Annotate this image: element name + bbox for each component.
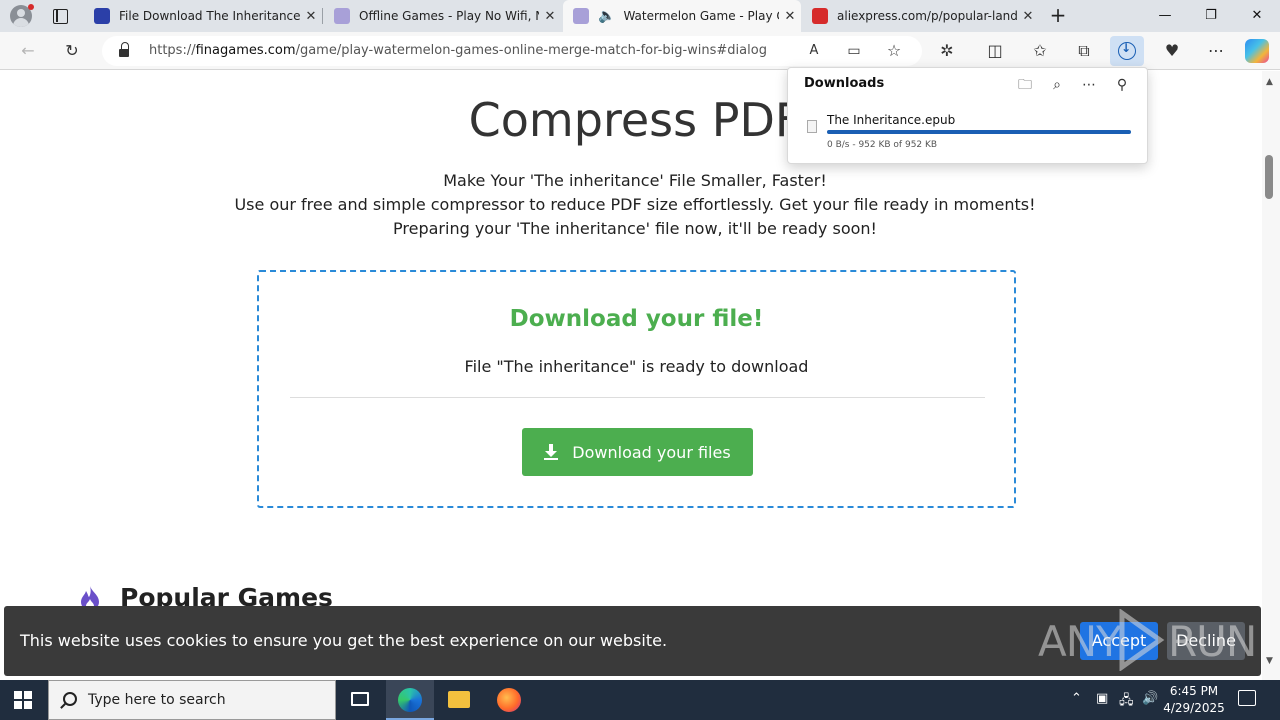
new-tab-button[interactable]: +	[1047, 4, 1069, 26]
back-arrow-icon[interactable]: ←	[15, 38, 41, 64]
download-arrow-icon	[544, 444, 559, 460]
pin-icon[interactable]: ⚲	[1111, 74, 1133, 96]
more-menu-icon[interactable]: ⋯	[1203, 38, 1229, 64]
download-progress-fill	[827, 130, 1131, 134]
tab-file-download[interactable]: File Download The Inheritance PDF ✕	[84, 0, 322, 32]
tab-close-icon[interactable]: ✕	[1017, 9, 1039, 24]
downloads-button[interactable]	[1110, 36, 1144, 66]
download-ready-text: File "The inheritance" is ready to downl…	[464, 357, 809, 376]
windows-start-icon[interactable]	[14, 691, 32, 709]
cookie-text: This website uses cookies to ensure you …	[20, 631, 668, 650]
divider	[290, 397, 985, 398]
tab-close-icon[interactable]: ✕	[300, 9, 322, 24]
notifications-icon[interactable]	[1238, 690, 1256, 706]
file-icon	[807, 120, 817, 133]
subtitle-line-1: Make Your 'The inheritance' File Smaller…	[443, 171, 827, 190]
anyrun-watermark: ANY RUN	[1036, 609, 1257, 671]
speaker-icon[interactable]: 🔈	[598, 8, 615, 24]
taskbar-search-box[interactable]: Type here to search	[48, 680, 336, 720]
taskbar-clock[interactable]: 6:45 PM 4/29/2025	[1162, 683, 1226, 717]
watermark-text-left: ANY	[1038, 617, 1122, 666]
address-bar[interactable]: https://finagames.com/game/play-watermel…	[102, 36, 922, 66]
browser-essentials-icon[interactable]: ♥	[1159, 38, 1185, 64]
extensions-icon[interactable]: ✲	[934, 38, 960, 64]
search-downloads-icon[interactable]: ⌕	[1046, 74, 1068, 96]
network-icon[interactable]: 🖧	[1119, 691, 1134, 713]
tab-favicon-icon	[94, 8, 110, 24]
scroll-up-icon[interactable]: ▲	[1266, 77, 1273, 87]
restore-button[interactable]: ❐	[1188, 0, 1234, 32]
download-icon	[1118, 41, 1136, 60]
download-status: 0 B/s - 952 KB of 952 KB	[827, 140, 938, 150]
notification-dot	[28, 4, 34, 10]
download-card-title: Download your file!	[509, 306, 764, 332]
read-aloud-icon[interactable]: A	[801, 38, 827, 64]
watermark-text-right: RUN	[1168, 617, 1257, 666]
immersive-reader-icon[interactable]: ▭	[841, 38, 867, 64]
download-files-button[interactable]: Download your files	[522, 428, 753, 476]
firefox-icon[interactable]	[485, 680, 533, 720]
volume-icon[interactable]: 🔊	[1142, 691, 1158, 706]
tab-favicon-icon	[812, 8, 828, 24]
refresh-icon[interactable]: ↻	[59, 38, 85, 64]
page-scrollbar[interactable]: ▲ ▼	[1262, 71, 1280, 680]
navigation-bar: ← ↻ https://finagames.com/game/play-wate…	[0, 32, 1280, 70]
split-screen-icon[interactable]: ◫	[982, 38, 1008, 64]
tab-title: File Download The Inheritance PDF	[119, 9, 300, 23]
download-card: Download your file! File "The inheritanc…	[257, 270, 1016, 508]
collections-icon[interactable]: ⧉	[1071, 38, 1097, 64]
downloads-flyout: Downloads 🗀 ⌕ ⋯ ⚲ The Inheritance.epub 0…	[787, 67, 1148, 164]
edge-taskbar-icon[interactable]	[386, 680, 434, 720]
tab-close-icon[interactable]: ✕	[539, 9, 561, 24]
tab-favicon-icon	[334, 8, 350, 24]
download-progress-bar	[827, 130, 1131, 134]
download-files-label: Download your files	[572, 442, 731, 462]
tab-aliexpress[interactable]: aliexpress.com/p/popular-landing ✕	[802, 0, 1039, 32]
device-icon[interactable]: ▣	[1096, 691, 1108, 706]
search-icon	[63, 692, 77, 706]
lock-icon[interactable]	[119, 42, 129, 57]
scroll-down-icon[interactable]: ▼	[1266, 656, 1273, 666]
file-explorer-icon[interactable]	[435, 680, 483, 720]
show-hidden-icons[interactable]: ⌃	[1071, 691, 1082, 706]
more-options-icon[interactable]: ⋯	[1078, 74, 1100, 96]
tab-separator	[322, 8, 323, 24]
favorite-star-icon[interactable]: ☆	[881, 38, 907, 64]
tab-title: Offline Games - Play No Wifi, No	[359, 9, 539, 23]
tab-close-icon[interactable]: ✕	[779, 9, 801, 24]
subtitle-line-3: Preparing your 'The inheritance' file no…	[393, 219, 877, 238]
close-window-button[interactable]: ✕	[1234, 0, 1280, 32]
tab-strip: File Download The Inheritance PDF ✕ Offl…	[0, 0, 1280, 32]
open-folder-icon[interactable]: 🗀	[1014, 74, 1036, 96]
clock-date: 4/29/2025	[1163, 701, 1225, 715]
tab-title: aliexpress.com/p/popular-landing	[837, 9, 1017, 23]
copilot-icon[interactable]	[1245, 39, 1269, 63]
url-text[interactable]: https://finagames.com/game/play-watermel…	[149, 43, 767, 58]
clock-time: 6:45 PM	[1169, 684, 1219, 698]
subtitle-line-2: Use our free and simple compressor to re…	[234, 195, 1036, 214]
tab-favicon-icon	[573, 8, 589, 24]
tab-actions-icon[interactable]	[50, 6, 70, 26]
tab-title: Watermelon Game - Play Online	[623, 9, 779, 23]
minimize-button[interactable]: —	[1142, 0, 1188, 32]
tab-watermelon-game[interactable]: 🔈 Watermelon Game - Play Online ✕	[563, 0, 801, 32]
play-logo-icon	[1119, 609, 1165, 671]
task-view-icon[interactable]	[336, 680, 384, 720]
favorites-icon[interactable]: ✩	[1027, 38, 1053, 64]
download-filename[interactable]: The Inheritance.epub	[827, 113, 955, 127]
scroll-thumb[interactable]	[1265, 155, 1273, 199]
search-placeholder: Type here to search	[88, 692, 226, 708]
taskbar: Type here to search ⌃ ▣ 🖧 🔊 6:45 PM 4/29…	[0, 680, 1280, 720]
downloads-title: Downloads	[804, 76, 885, 91]
tab-offline-games[interactable]: Offline Games - Play No Wifi, No ✕	[324, 0, 561, 32]
